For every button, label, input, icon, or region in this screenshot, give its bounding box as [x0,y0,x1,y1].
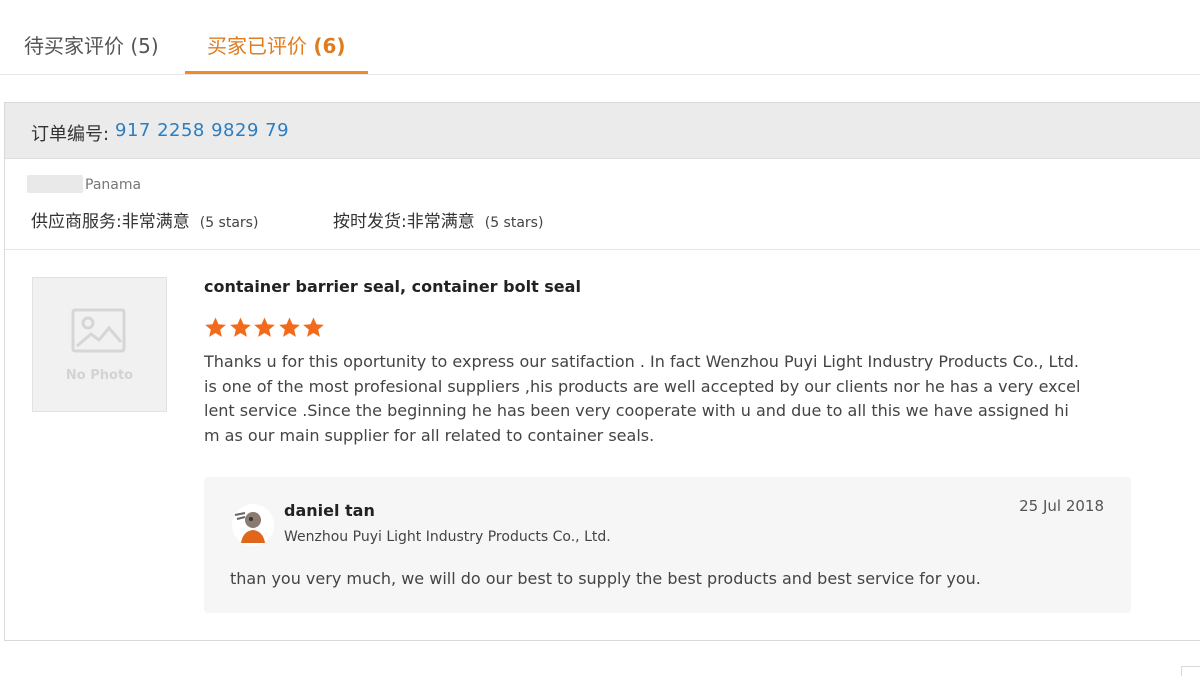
review-text: Thanks u for this oportunity to express … [204,352,1081,445]
star-icon [229,317,251,337]
tab-completed-count: (6) [313,34,346,58]
tab-pending-count: (5) [130,34,159,58]
on-time-stars: (5 stars) [484,215,544,231]
order-number-link[interactable]: 917 2258 9829 79 [115,120,289,141]
product-photo-placeholder[interactable]: No Photo [32,277,167,412]
reply-text: than you very much, we will do our best … [230,569,981,588]
buyer-country: Panama [85,177,142,193]
reply-author-name: daniel tan [284,501,375,520]
on-time-shipping-rating: 按时发货:非常满意 (5 stars) [333,207,543,232]
on-time-value: 非常满意 [406,212,475,232]
review-card: 订单编号: 917 2258 9829 79 Panama 供应商服务:非常满意… [4,102,1200,641]
review-star-rating [204,316,327,342]
image-icon [71,308,126,353]
supplier-avatar-icon [232,504,274,546]
review-tabs: 待买家评价 (5) 买家已评价 (6) [0,0,1200,75]
star-icon [254,317,276,337]
supplier-service-stars: (5 stars) [199,215,259,231]
tab-completed-reviews[interactable]: 买家已评价 (6) [207,30,346,59]
tab-pending-reviews[interactable]: 待买家评价 (5) [24,30,159,59]
tab-completed-label: 买家已评价 [207,34,307,58]
order-number-label: 订单编号: [31,124,110,145]
supplier-service-rating: 供应商服务:非常满意 (5 stars) [31,207,258,232]
no-photo-text: No Photo [65,368,134,383]
product-title[interactable]: container barrier seal, container bolt s… [204,277,581,296]
buyer-name-redacted [27,175,83,193]
supplier-reply: daniel tan Wenzhou Puyi Light Industry P… [204,477,1131,613]
supplier-service-label: 供应商服务: [31,212,122,232]
star-icon [278,317,300,337]
active-tab-indicator [185,71,368,74]
buyer-rating-row: Panama 供应商服务:非常满意 (5 stars) 按时发货:非常满意 (5 s… [5,159,1200,250]
on-time-label: 按时发货: [333,212,407,232]
reply-company: Wenzhou Puyi Light Industry Products Co.… [284,529,611,545]
supplier-service-value: 非常满意 [121,212,190,232]
reply-date: 25 Jul 2018 [1019,497,1104,515]
tab-pending-label: 待买家评价 [24,34,124,58]
star-icon [303,317,325,337]
order-header: 订单编号: 917 2258 9829 79 [5,103,1200,159]
star-icon [205,317,226,337]
